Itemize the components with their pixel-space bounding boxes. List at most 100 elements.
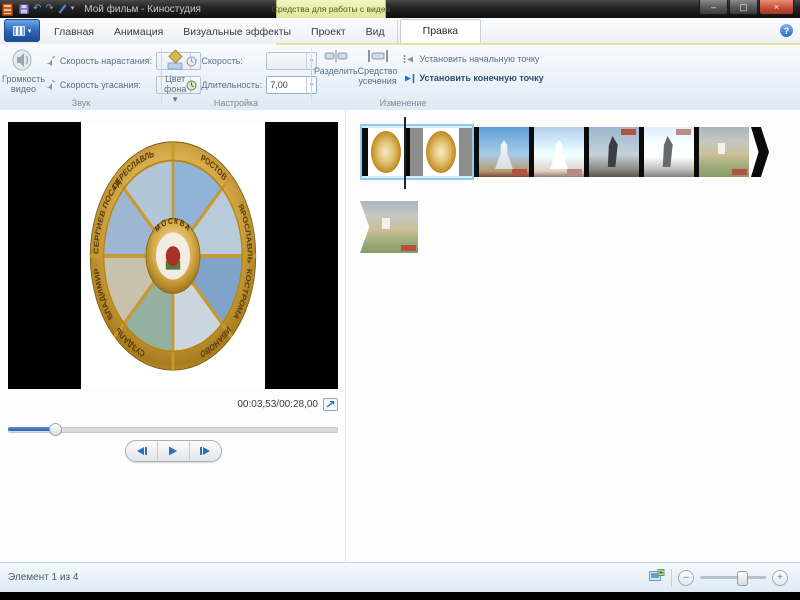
ribbon-group-settings: Цвет фона ▾ Скорость: ▾ Длительность:: [164, 44, 308, 110]
timeline-clip-church-faded[interactable]: [534, 127, 584, 177]
app-icon[interactable]: [2, 3, 13, 16]
split-icon: [324, 49, 348, 63]
tab-вид[interactable]: Вид: [356, 21, 395, 44]
minimize-button[interactable]: –: [699, 0, 728, 15]
duration-label: Длительность:: [201, 80, 262, 90]
timeline-clip-aerial[interactable]: [699, 127, 749, 177]
fade-out-icon: [45, 80, 56, 90]
duration-input[interactable]: 7,00 ▾: [266, 76, 317, 94]
help-icon[interactable]: ?: [780, 24, 793, 37]
tab-анимация[interactable]: Анимация: [104, 21, 173, 44]
set-start-icon: [403, 55, 415, 64]
background-color-button[interactable]: Цвет фона ▾: [164, 44, 186, 104]
trim-icon: [366, 49, 390, 63]
qat-dropdown-icon[interactable]: ▾: [71, 4, 75, 14]
clip-caption: [512, 169, 527, 175]
video-preview: РОСТОВЯРОСЛАВЛЬКОСТРОМАИВАНОВОСУЗДАЛЬВЛА…: [8, 122, 338, 389]
playback-controls: [8, 440, 338, 462]
duration-clock-icon: [186, 80, 197, 91]
tab-главная[interactable]: Главная: [44, 21, 104, 44]
clip-caption: [621, 129, 636, 135]
status-item-count: Элемент 1 из 4: [8, 572, 649, 583]
seek-fill: [8, 427, 54, 431]
group-label-editing: Изменение: [314, 98, 492, 108]
transition-gap: [410, 128, 423, 176]
timecode: 00:03,53/00:28,00: [237, 399, 318, 410]
fade-in-icon: [45, 56, 56, 66]
set-end-point-button[interactable]: Установить конечную точку: [403, 73, 543, 83]
speed-row: Скорость: ▾: [186, 52, 317, 70]
zoom-in-button[interactable]: +: [772, 570, 788, 586]
save-icon[interactable]: [19, 4, 29, 14]
zoom-fit-icon[interactable]: [649, 569, 665, 587]
preview-frame: РОСТОВЯРОСЛАВЛЬКОСТРОМАИВАНОВОСУЗДАЛЬВЛА…: [81, 122, 265, 389]
next-frame-button[interactable]: [190, 441, 221, 461]
video-volume-button[interactable]: Громкость видео: [2, 44, 45, 94]
tab-active-правка[interactable]: Правка: [400, 19, 481, 44]
selected-clip-group[interactable]: [360, 124, 474, 180]
golden-ring-wheel-image: РОСТОВЯРОСЛАВЛЬКОСТРОМАИВАНОВОСУЗДАЛЬВЛА…: [83, 132, 263, 380]
speed-select[interactable]: ▾: [266, 52, 317, 70]
pen-icon[interactable]: [58, 4, 67, 14]
transition-gap: [459, 128, 472, 176]
film-icon: [13, 26, 25, 36]
tab-проект[interactable]: Проект: [301, 21, 356, 44]
main-area: РОСТОВЯРОСЛАВЛЬКОСТРОМАИВАНОВОСУЗДАЛЬВЛА…: [0, 110, 800, 563]
contextual-tab-header: Средства для работы с видео: [276, 0, 386, 18]
clock-icon: [186, 56, 197, 67]
group-label-sound: Звук: [2, 98, 160, 108]
divider: [671, 569, 672, 587]
zoom-slider-thumb[interactable]: [737, 571, 748, 586]
file-menu-button[interactable]: ▾: [4, 19, 40, 42]
storyboard-pane: [346, 110, 800, 563]
ribbon-tab-row: ▾ ГлавнаяАнимацияВизуальные эффектыПроек…: [0, 18, 800, 45]
status-bar: Элемент 1 из 4 – +: [0, 562, 800, 592]
timecode-row: 00:03,53/00:28,00: [8, 398, 338, 411]
ribbon-group-editing: Разделить Средство усечения Установить н…: [314, 44, 492, 110]
play-button[interactable]: [158, 441, 190, 461]
window-title: Мой фильм - Киностудия: [84, 4, 201, 15]
storyboard-track-overflow: [360, 200, 418, 254]
split-button[interactable]: Разделить: [314, 44, 358, 76]
seek-bar[interactable]: [8, 424, 338, 434]
previous-frame-button[interactable]: [126, 441, 158, 461]
timeline-clip-aerial[interactable]: [360, 201, 418, 253]
timeline-clip-wheel[interactable]: [423, 128, 459, 176]
ribbon-group-sound: Громкость видео Скорость нарастания: ▾ С…: [2, 44, 160, 110]
set-start-point-button[interactable]: Установить начальную точку: [403, 54, 543, 64]
timeline-clip-monument[interactable]: [589, 127, 639, 177]
timeline-clip-church[interactable]: [479, 127, 529, 177]
playback-pill: [125, 440, 222, 462]
timeline-clip-wheel[interactable]: [368, 128, 404, 176]
tab-list: ГлавнаяАнимацияВизуальные эффектыПроектВ…: [44, 18, 481, 44]
speaker-icon: [11, 49, 35, 71]
clip-caption: [567, 169, 582, 175]
window-controls: – ▢ ×: [698, 0, 794, 15]
group-label-settings: Настройка: [164, 98, 308, 108]
bottom-border: [0, 592, 800, 600]
zoom-slider[interactable]: [700, 576, 766, 579]
ribbon: Громкость видео Скорость нарастания: ▾ С…: [0, 44, 800, 111]
playhead[interactable]: [404, 117, 406, 189]
title-bar: ↶ ↷ ▾ Мой фильм - Киностудия Средства дл…: [0, 0, 800, 18]
fullscreen-icon[interactable]: [323, 398, 338, 411]
maximize-button[interactable]: ▢: [729, 0, 758, 15]
undo-icon[interactable]: ↶: [33, 4, 41, 14]
clip-caption: [401, 245, 416, 251]
movie-maker-window: ↶ ↷ ▾ Мой фильм - Киностудия Средства дл…: [0, 0, 800, 600]
trim-tool-button[interactable]: Средство усечения: [358, 44, 398, 86]
track-continue-arrow: [751, 127, 769, 177]
chevron-down-icon: ▾: [28, 27, 32, 35]
quick-access-toolbar: ↶ ↷ ▾: [19, 4, 74, 14]
set-end-icon: [403, 74, 415, 83]
timeline-clip-monument-faded[interactable]: [644, 127, 694, 177]
tab-визуальные-эффекты[interactable]: Визуальные эффекты: [173, 21, 301, 44]
contextual-divider: [397, 20, 398, 44]
zoom-out-button[interactable]: –: [678, 570, 694, 586]
storyboard-track: [360, 125, 769, 179]
zoom-controls: – +: [649, 569, 788, 587]
redo-icon[interactable]: ↷: [45, 4, 53, 14]
seek-thumb[interactable]: [49, 423, 62, 436]
close-button[interactable]: ×: [759, 0, 794, 15]
fade-in-label: Скорость нарастания:: [60, 56, 152, 66]
